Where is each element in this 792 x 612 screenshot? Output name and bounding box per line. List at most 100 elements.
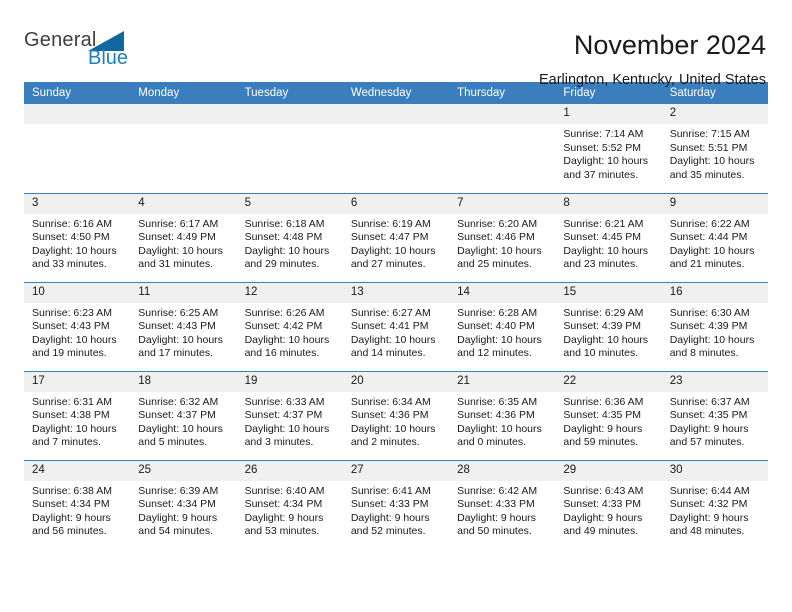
daylight-text: Daylight: 10 hours and 12 minutes.: [457, 333, 542, 360]
day-sun-info: Sunrise: 6:43 AM Sunset: 4:33 PM Daylight:…: [555, 481, 661, 539]
weekday-header-wednesday: Wednesday: [342, 82, 450, 104]
daylight-text: Daylight: 10 hours and 17 minutes.: [138, 333, 223, 360]
logo-word-general: General: [24, 29, 97, 51]
daylight-text: Daylight: 9 hours and 56 minutes.: [32, 511, 111, 538]
daylight-text: Daylight: 9 hours and 54 minutes.: [138, 511, 218, 538]
day-number: 29: [555, 460, 662, 481]
calendar-day-cell[interactable]: 19 Sunrise: 6:33 AM Sunset: 4:37 PM Dayligh…: [236, 370, 343, 460]
calendar-day-cell-empty: [342, 104, 450, 193]
day-number: 13: [342, 282, 450, 303]
calendar-day-cell[interactable]: 27 Sunrise: 6:41 AM Sunset: 4:33 PM Dayligh…: [342, 459, 450, 549]
calendar-day-cell[interactable]: 22 Sunrise: 6:36 AM Sunset: 4:35 PM Dayligh…: [555, 370, 662, 460]
sunset-text: Sunset: 4:34 PM: [138, 498, 216, 511]
sunrise-text: Sunrise: 6:26 AM: [244, 306, 325, 319]
calendar-day-cell[interactable]: 11 Sunrise: 6:25 AM Sunset: 4:43 PM Dayligh…: [130, 281, 237, 371]
sunrise-text: Sunrise: 6:16 AM: [32, 217, 112, 230]
logo-word-blue: Blue: [88, 47, 129, 69]
calendar-day-cell[interactable]: 25 Sunrise: 6:39 AM Sunset: 4:34 PM Dayligh…: [130, 459, 237, 549]
day-sun-info: Sunrise: 6:17 AM Sunset: 4:49 PM Daylight:…: [130, 214, 236, 272]
day-number: [236, 104, 343, 124]
calendar-day-cell[interactable]: 5 Sunrise: 6:18 AM Sunset: 4:48 PM Daylight…: [236, 192, 343, 282]
sunrise-text: Sunrise: 6:29 AM: [563, 306, 644, 319]
calendar-day-cell[interactable]: 9 Sunrise: 6:22 AM Sunset: 4:44 PM Daylight…: [661, 192, 768, 282]
day-number: 22: [555, 371, 662, 392]
sunrise-text: Sunrise: 6:28 AM: [457, 306, 538, 319]
daylight-text: Daylight: 10 hours and 14 minutes.: [350, 333, 436, 360]
daylight-text: Daylight: 10 hours and 5 minutes.: [138, 422, 223, 449]
calendar-day-cell[interactable]: 14 Sunrise: 6:28 AM Sunset: 4:40 PM Dayligh…: [449, 281, 556, 371]
day-sun-info: Sunrise: 7:15 AM Sunset: 5:51 PM Daylight:…: [662, 124, 768, 182]
sunset-text: Sunset: 4:33 PM: [457, 498, 535, 511]
calendar-day-cell[interactable]: 21 Sunrise: 6:35 AM Sunset: 4:36 PM Dayligh…: [449, 370, 556, 460]
daylight-text: Daylight: 10 hours and 27 minutes.: [350, 244, 436, 271]
calendar-day-cell[interactable]: 20 Sunrise: 6:34 AM Sunset: 4:36 PM Dayligh…: [342, 370, 450, 460]
sunrise-text: Sunrise: 6:36 AM: [563, 395, 644, 408]
sunrise-text: Sunrise: 6:32 AM: [138, 395, 219, 408]
day-sun-info: Sunrise: 6:20 AM Sunset: 4:46 PM Daylight:…: [449, 214, 555, 272]
daylight-text: Daylight: 10 hours and 2 minutes.: [350, 422, 436, 449]
sunset-text: Sunset: 4:34 PM: [244, 498, 323, 511]
calendar-day-cell[interactable]: 18 Sunrise: 6:32 AM Sunset: 4:37 PM Dayligh…: [130, 370, 237, 460]
sunset-text: Sunset: 4:33 PM: [563, 498, 642, 511]
calendar-day-cell[interactable]: 29 Sunrise: 6:43 AM Sunset: 4:33 PM Dayligh…: [555, 459, 662, 549]
calendar-week-row: 3 Sunrise: 6:16 AM Sunset: 4:50 PM Daylight…: [24, 192, 768, 282]
day-sun-info: Sunrise: 6:21 AM Sunset: 4:45 PM Daylight:…: [555, 214, 661, 272]
day-number: 20: [342, 371, 450, 392]
calendar-day-cell[interactable]: 6 Sunrise: 6:19 AM Sunset: 4:47 PM Daylight…: [342, 192, 450, 282]
calendar-page: General Blue November 2024 Earlington, K…: [0, 0, 792, 612]
day-number: 18: [130, 371, 237, 392]
calendar-day-cell[interactable]: 13 Sunrise: 6:27 AM Sunset: 4:41 PM Dayligh…: [342, 281, 450, 371]
sunrise-text: Sunrise: 6:43 AM: [563, 484, 644, 497]
sunrise-text: Sunrise: 6:30 AM: [669, 306, 750, 319]
daylight-text: Daylight: 9 hours and 48 minutes.: [669, 511, 749, 538]
sunset-text: Sunset: 4:50 PM: [32, 231, 110, 244]
sunset-text: Sunset: 4:39 PM: [669, 320, 748, 333]
calendar-day-cell[interactable]: 1 Sunrise: 7:14 AM Sunset: 5:52 PM Daylight…: [555, 104, 662, 193]
sunrise-text: Sunrise: 6:23 AM: [32, 306, 112, 319]
sunrise-text: Sunrise: 6:31 AM: [32, 395, 112, 408]
calendar-day-cell-empty: [449, 104, 556, 193]
sunrise-text: Sunrise: 7:15 AM: [669, 128, 750, 140]
day-number: 28: [449, 460, 556, 481]
daylight-text: Daylight: 10 hours and 8 minutes.: [669, 333, 755, 360]
sunset-text: Sunset: 4:48 PM: [244, 231, 323, 244]
calendar-day-cell[interactable]: 12 Sunrise: 6:26 AM Sunset: 4:42 PM Dayligh…: [236, 281, 343, 371]
daylight-text: Daylight: 9 hours and 53 minutes.: [244, 511, 324, 538]
calendar-day-cell[interactable]: 30 Sunrise: 6:44 AM Sunset: 4:32 PM Dayligh…: [661, 459, 768, 549]
sunrise-text: Sunrise: 6:35 AM: [457, 395, 538, 408]
calendar-day-cell[interactable]: 28 Sunrise: 6:42 AM Sunset: 4:33 PM Dayligh…: [449, 459, 556, 549]
day-number: 7: [449, 193, 556, 214]
day-sun-info: Sunrise: 6:35 AM Sunset: 4:36 PM Daylight:…: [449, 392, 555, 450]
sunrise-text: Sunrise: 6:27 AM: [350, 306, 431, 319]
calendar-day-cell[interactable]: 2 Sunrise: 7:15 AM Sunset: 5:51 PM Daylight…: [661, 104, 768, 193]
daylight-text: Daylight: 10 hours and 33 minutes.: [32, 244, 117, 271]
calendar-day-cell[interactable]: 24 Sunrise: 6:38 AM Sunset: 4:34 PM Dayligh…: [24, 459, 131, 549]
calendar-day-cell[interactable]: 7 Sunrise: 6:20 AM Sunset: 4:46 PM Daylight…: [449, 192, 556, 282]
calendar-day-cell[interactable]: 10 Sunrise: 6:23 AM Sunset: 4:43 PM Dayligh…: [24, 281, 131, 371]
calendar-day-cell[interactable]: 16 Sunrise: 6:30 AM Sunset: 4:39 PM Dayligh…: [661, 281, 768, 371]
calendar-day-cell[interactable]: 8 Sunrise: 6:21 AM Sunset: 4:45 PM Daylight…: [555, 192, 662, 282]
general-blue-logo[interactable]: General Blue: [24, 30, 144, 78]
day-sun-info: Sunrise: 6:26 AM Sunset: 4:42 PM Daylight:…: [237, 303, 343, 361]
calendar-day-cell[interactable]: 17 Sunrise: 6:31 AM Sunset: 4:38 PM Dayligh…: [24, 370, 131, 460]
sunset-text: Sunset: 4:47 PM: [350, 231, 429, 244]
sunrise-text: Sunrise: 6:17 AM: [138, 217, 219, 230]
calendar-week-row: 24 Sunrise: 6:38 AM Sunset: 4:34 PM Dayligh…: [24, 459, 768, 549]
day-number: 24: [24, 460, 131, 481]
sunset-text: Sunset: 4:39 PM: [563, 320, 642, 333]
calendar-day-cell[interactable]: 15 Sunrise: 6:29 AM Sunset: 4:39 PM Dayligh…: [555, 281, 662, 371]
calendar-day-cell[interactable]: 26 Sunrise: 6:40 AM Sunset: 4:34 PM Dayligh…: [236, 459, 343, 549]
sunrise-text: Sunrise: 6:44 AM: [669, 484, 750, 497]
day-sun-info: Sunrise: 6:16 AM Sunset: 4:50 PM Daylight:…: [24, 214, 130, 272]
daylight-text: Daylight: 10 hours and 16 minutes.: [244, 333, 330, 360]
weekday-header-monday: Monday: [130, 82, 237, 104]
sunrise-text: Sunrise: 6:34 AM: [350, 395, 431, 408]
calendar-day-cell[interactable]: 23 Sunrise: 6:37 AM Sunset: 4:35 PM Dayligh…: [661, 370, 768, 460]
calendar-day-cell[interactable]: 3 Sunrise: 6:16 AM Sunset: 4:50 PM Daylight…: [24, 192, 131, 282]
day-number: 3: [24, 193, 131, 214]
day-sun-info: Sunrise: 6:39 AM Sunset: 4:34 PM Daylight:…: [130, 481, 236, 539]
calendar-day-cell[interactable]: 4 Sunrise: 6:17 AM Sunset: 4:49 PM Daylight…: [130, 192, 237, 282]
sunset-text: Sunset: 5:51 PM: [669, 141, 748, 154]
sunset-text: Sunset: 4:40 PM: [457, 320, 535, 333]
day-number: 15: [555, 282, 662, 303]
